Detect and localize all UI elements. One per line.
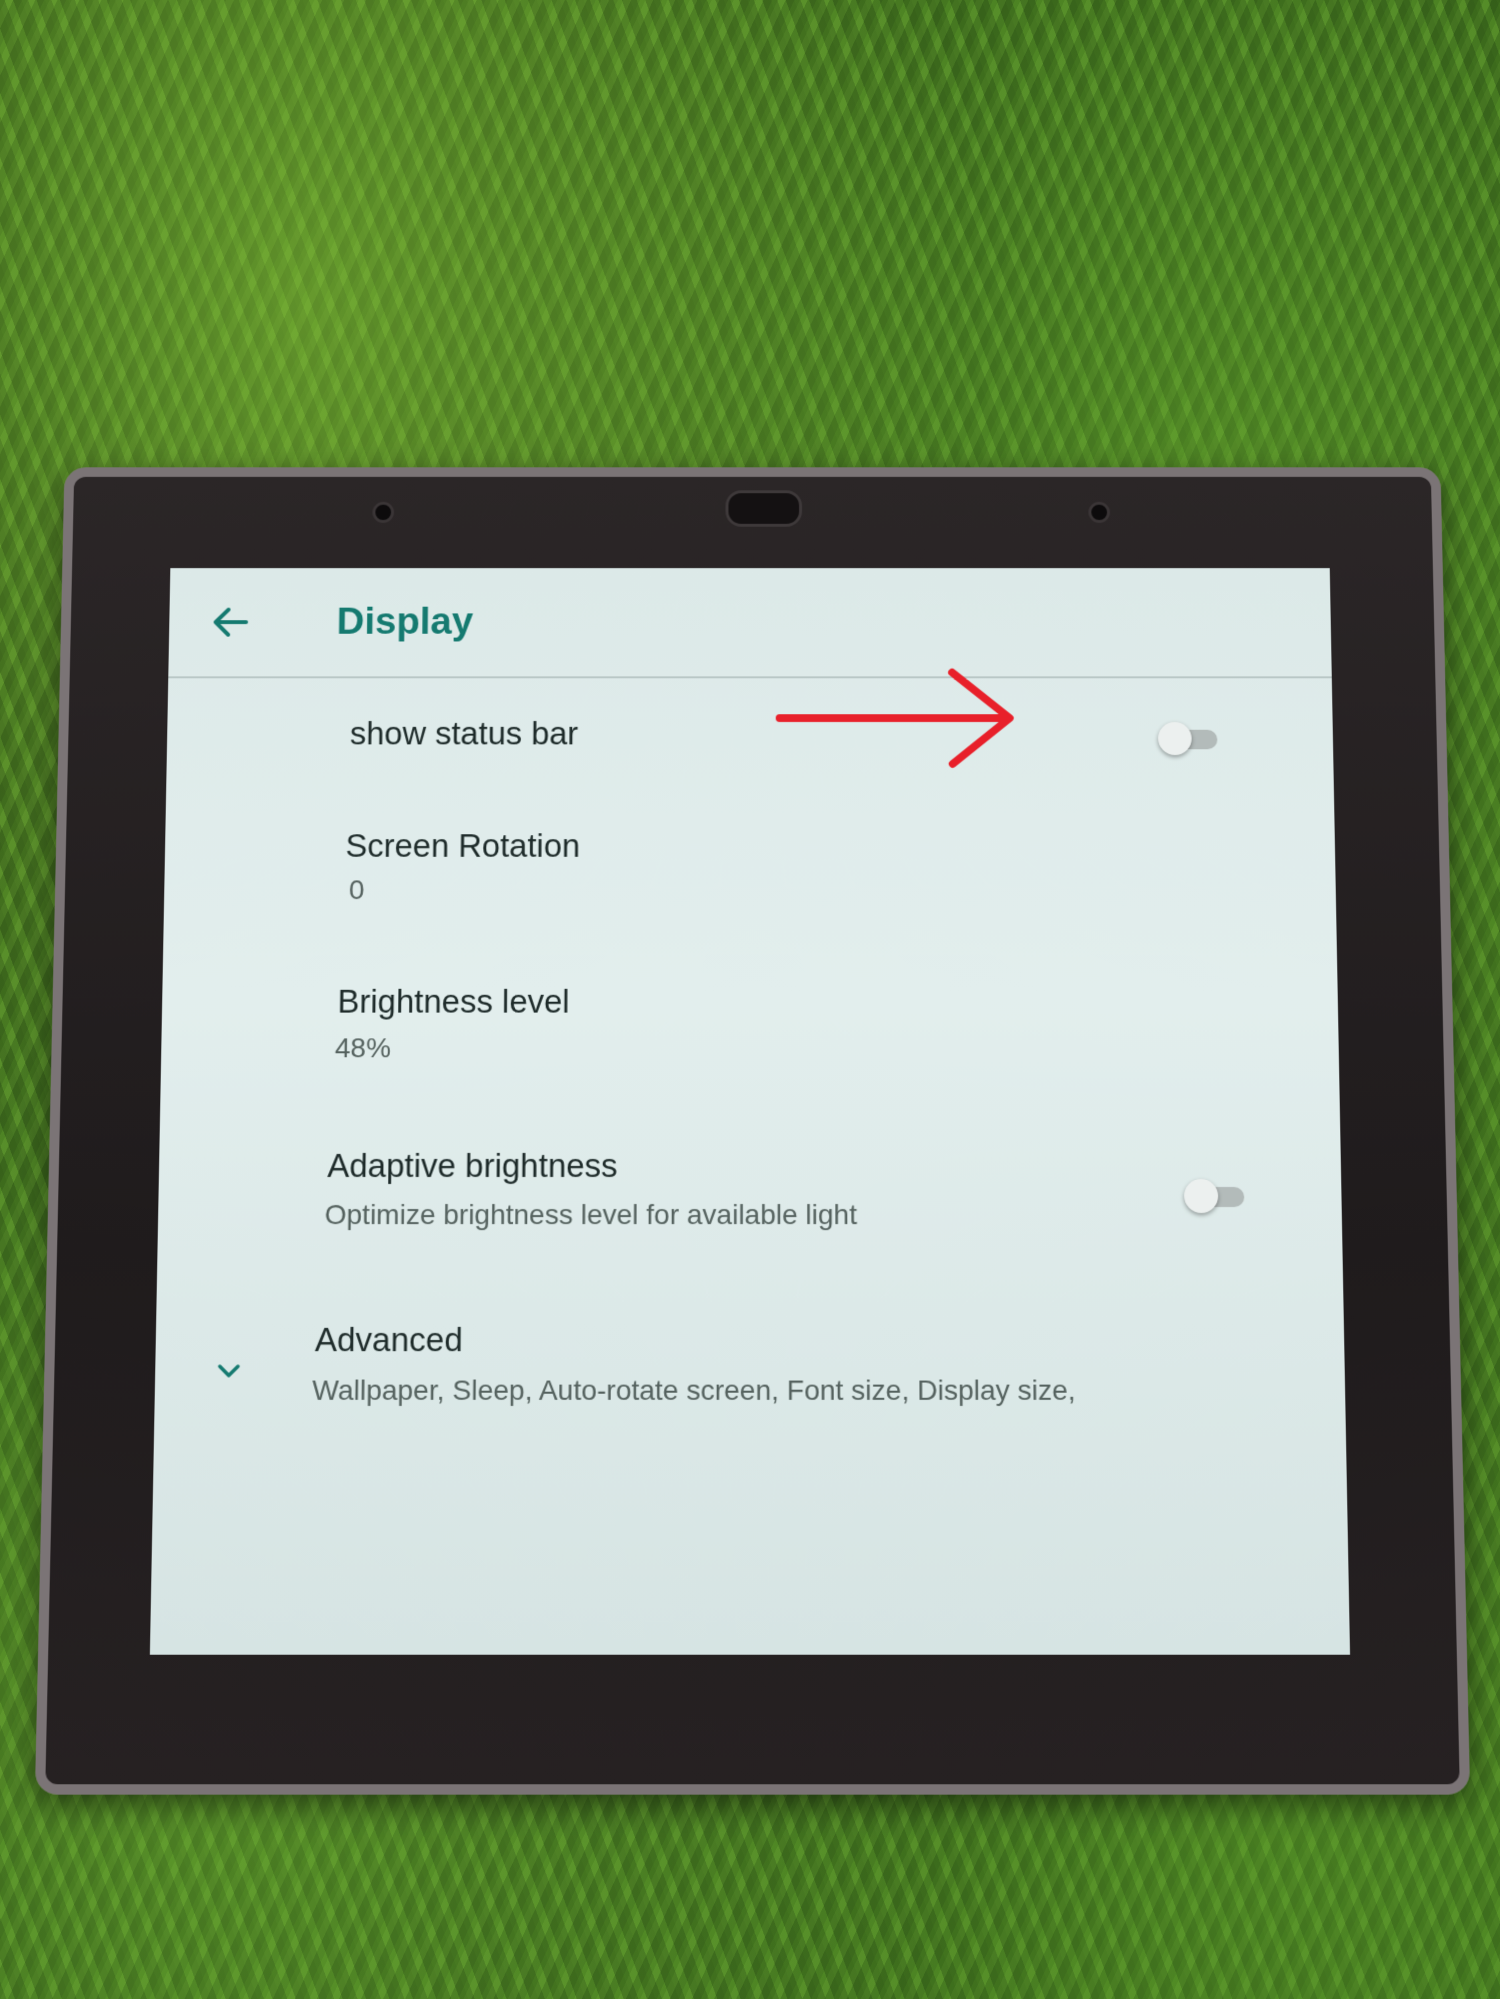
- front-camera-right: [1088, 501, 1111, 523]
- arrow-left-icon[interactable]: [206, 599, 254, 645]
- front-camera-left: [372, 501, 395, 523]
- setting-value: 48%: [334, 1032, 392, 1064]
- setting-title: Adaptive brightness: [327, 1146, 618, 1184]
- device-frame: Display show status bar Screen Rotation …: [34, 467, 1471, 1795]
- page-title: Display: [336, 600, 474, 643]
- setting-title: Screen Rotation: [345, 827, 581, 864]
- setting-summary: Wallpaper, Sleep, Auto-rotate screen, Fo…: [311, 1374, 1076, 1406]
- setting-value: 0: [348, 874, 365, 905]
- device-screen: Display show status bar Screen Rotation …: [149, 568, 1351, 1655]
- setting-title: show status bar: [349, 715, 579, 752]
- show-status-bar-toggle[interactable]: [1157, 720, 1224, 757]
- chevron-down-icon: [210, 1353, 247, 1389]
- setting-title: Advanced: [314, 1320, 463, 1359]
- setting-summary: Optimize brightness level for available …: [324, 1199, 858, 1231]
- setting-title: Brightness level: [337, 982, 570, 1020]
- app-bar: Display: [168, 568, 1332, 679]
- adaptive-brightness-toggle[interactable]: [1183, 1177, 1251, 1215]
- light-sensor: [725, 490, 803, 527]
- annotation-arrow-icon: [775, 665, 1022, 772]
